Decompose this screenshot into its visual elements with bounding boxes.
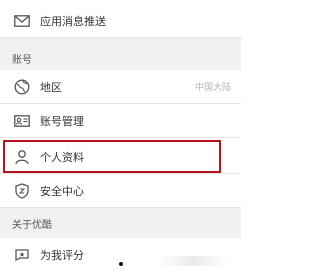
- push-notification-label: 应用消息推送: [40, 14, 106, 28]
- watermark-blur: [158, 256, 228, 266]
- mail-icon: [12, 11, 32, 31]
- profile-row[interactable]: 个人资料: [0, 140, 241, 174]
- id-card-icon: [12, 111, 32, 131]
- section-header-about: 关于优酷: [0, 208, 241, 238]
- region-row[interactable]: 地区 中国大陆: [0, 70, 241, 104]
- section-spacer: [0, 38, 241, 46]
- security-center-label: 安全中心: [40, 184, 84, 198]
- section-account-label: 账号: [12, 54, 32, 66]
- region-label: 地区: [40, 80, 62, 94]
- person-icon: [12, 147, 32, 167]
- security-center-row[interactable]: 安全中心: [0, 174, 241, 208]
- profile-label: 个人资料: [40, 150, 84, 164]
- region-value: 中国大陆: [194, 83, 231, 93]
- rate-us-row[interactable]: 为我评分: [0, 238, 241, 272]
- account-management-row[interactable]: 账号管理: [0, 104, 241, 138]
- account-management-label: 账号管理: [40, 114, 84, 128]
- rate-us-label: 为我评分: [40, 249, 84, 262]
- push-notification-row[interactable]: 应用消息推送: [0, 4, 241, 38]
- page-indicator-dot: [119, 262, 123, 266]
- globe-icon: [12, 77, 32, 97]
- shield-icon: [12, 181, 32, 201]
- section-header-account: 账号: [0, 46, 241, 70]
- section-about-label: 关于优酷: [12, 219, 52, 231]
- rating-icon: [12, 245, 32, 265]
